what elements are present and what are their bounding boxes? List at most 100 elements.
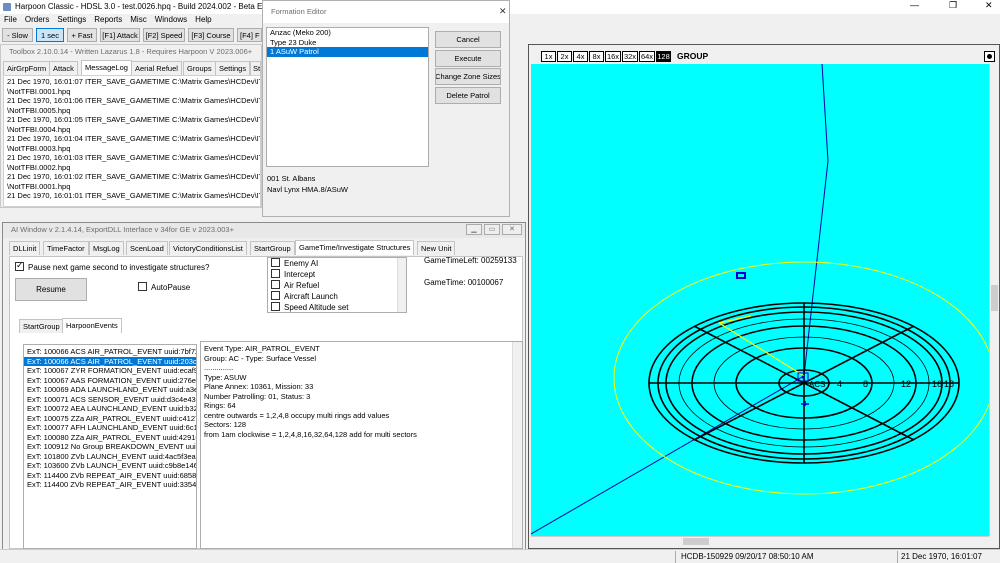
tab-groups[interactable]: Groups	[183, 61, 216, 75]
one-second-button[interactable]: 1 sec	[36, 28, 64, 42]
log-line: \NotTFBI.0005.hpq	[7, 105, 71, 115]
checklist-scrollbar[interactable]	[397, 258, 406, 312]
check-label: Speed Altitude set	[284, 303, 349, 312]
minimize-icon[interactable]: ▁	[466, 224, 482, 235]
event-item[interactable]: ExT: 100077 AFH LAUNCHLAND_EVENT uuid:6c…	[24, 423, 196, 433]
close-icon[interactable]: ✕	[502, 224, 522, 235]
menu-reports[interactable]: Reports	[90, 14, 126, 27]
structure-checklist[interactable]: Enemy AI Intercept Air Refuel Aircraft L…	[267, 257, 407, 313]
zoom-128-button[interactable]: 128	[656, 51, 671, 62]
details-scrollbar[interactable]	[512, 342, 522, 548]
checkbox-empty-icon[interactable]	[271, 302, 280, 312]
tab-timefactor[interactable]: TimeFactor	[43, 241, 89, 255]
event-item[interactable]: ExT: 101800 ZVb LAUNCH_EVENT uuid:4ac5f3…	[24, 452, 196, 462]
close-icon[interactable]: ✕	[499, 6, 507, 17]
tab-gametime-investigate[interactable]: GameTime/Investigate Structures	[295, 240, 415, 255]
formation-item[interactable]: Anzac (Meko 200)	[267, 28, 428, 38]
scroll-thumb[interactable]	[683, 538, 709, 545]
zoom-2x-button[interactable]: 2x	[557, 51, 572, 62]
tab-victoryconditionslist[interactable]: VictoryConditionsList	[169, 241, 247, 255]
tab-attack[interactable]: Attack	[49, 61, 78, 75]
checkbox-empty-icon[interactable]	[271, 269, 280, 279]
menu-misc[interactable]: Misc	[126, 14, 150, 27]
map-horizontal-scrollbar[interactable]	[531, 536, 989, 546]
course-button[interactable]: [F3] Course	[188, 28, 234, 42]
zoom-64x-button[interactable]: 64x	[639, 51, 655, 62]
check-air-refuel[interactable]: Air Refuel	[271, 280, 406, 291]
formation-list[interactable]: Anzac (Meko 200) Type 23 Duke 1 ASuW Pat…	[266, 27, 429, 167]
tab-sta[interactable]: Sta	[250, 61, 261, 75]
event-item[interactable]: ExT: 114400 ZVb REPEAT_AIR_EVENT uuid:68…	[24, 471, 196, 481]
event-item[interactable]: ExT: 103600 ZVb LAUNCH_EVENT uuid:c9b8e1…	[24, 461, 196, 471]
tab-scenload[interactable]: ScenLoad	[126, 241, 168, 255]
event-item[interactable]: ExT: 100071 ACS SENSOR_EVENT uuid:d3c4e4…	[24, 395, 196, 405]
tab-dllinit[interactable]: DLLinit	[9, 241, 41, 255]
execute-button[interactable]: Execute	[435, 50, 501, 67]
menu-help[interactable]: Help	[191, 14, 215, 27]
menu-settings[interactable]: Settings	[53, 14, 90, 27]
event-item[interactable]: ExT: 100075 ZZa AIR_PATROL_EVENT uuid:c4…	[24, 414, 196, 424]
check-intercept[interactable]: Intercept	[271, 269, 406, 280]
check-enemy-ai[interactable]: Enemy AI	[271, 258, 406, 269]
tab-messagelog[interactable]: MessageLog	[81, 60, 132, 75]
zoom-4x-button[interactable]: 4x	[573, 51, 588, 62]
speed-button[interactable]: [F2] Speed	[143, 28, 185, 42]
tab-startgroup[interactable]: StartGroup	[250, 241, 295, 255]
f4-button[interactable]: [F4] F	[237, 28, 262, 42]
aircraft-marker-icon[interactable]	[736, 272, 746, 279]
menu-windows[interactable]: Windows	[151, 14, 191, 27]
zoom-8x-button[interactable]: 8x	[589, 51, 604, 62]
pause-checkbox[interactable]: Pause next game second to investigate st…	[15, 260, 209, 272]
tab-settings[interactable]: Settings	[215, 61, 251, 75]
map-window: 1x 2x 4x 8x 16x 32x 64x 128 GROUP ACS 4 …	[528, 44, 1000, 549]
event-item[interactable]: ExT: 114400 ZVb REPEAT_AIR_EVENT uuid:33…	[24, 480, 196, 490]
checkbox-empty-icon[interactable]	[271, 291, 280, 301]
delete-patrol-button[interactable]: Delete Patrol	[435, 87, 501, 104]
event-item[interactable]: ExT: 100067 AAS FORMATION_EVENT uuid:276…	[24, 376, 196, 386]
slow-button[interactable]: - Slow	[2, 28, 33, 42]
checkbox-checked-icon[interactable]	[15, 260, 24, 272]
event-item-selected[interactable]: ExT: 100066 ACS AIR_PATROL_EVENT uuid:20…	[24, 356, 196, 366]
cancel-button[interactable]: Cancel	[435, 31, 501, 48]
event-item[interactable]: ExT: 100072 AEA LAUNCHLAND_EVENT uuid:b3…	[24, 404, 196, 414]
zoom-16x-button[interactable]: 16x	[605, 51, 621, 62]
minimize-icon[interactable]: —	[910, 0, 919, 10]
autopause-checkbox[interactable]: AutoPause	[138, 282, 190, 292]
detail-line: Plane Annex: 10361, Mission: 33	[204, 382, 314, 391]
group-label: GROUP	[677, 51, 709, 61]
scroll-thumb[interactable]	[991, 285, 998, 311]
tab-new-unit[interactable]: New Unit	[417, 241, 456, 255]
checkbox-empty-icon[interactable]	[138, 282, 147, 292]
resume-button[interactable]: Resume	[15, 278, 87, 301]
check-aircraft-launch[interactable]: Aircraft Launch	[271, 291, 406, 302]
attack-button[interactable]: [F1] Attack	[100, 28, 140, 42]
checkbox-empty-icon[interactable]	[271, 280, 280, 290]
check-speed-altitude[interactable]: Speed Altitude set	[271, 302, 406, 312]
close-icon[interactable]: ✕	[985, 0, 993, 11]
event-item[interactable]: ExT: 100066 ACS AIR_PATROL_EVENT uuid:7b…	[24, 347, 196, 357]
tab-msglog[interactable]: MsgLog	[89, 241, 124, 255]
tactical-map[interactable]: ACS 4 8 12 16 18	[531, 64, 989, 536]
checkbox-empty-icon[interactable]	[271, 258, 280, 268]
tab-aerial-refuel[interactable]: Aerial Refuel	[131, 61, 182, 75]
map-vertical-scrollbar[interactable]	[989, 64, 999, 536]
menu-orders[interactable]: Orders	[21, 14, 53, 27]
maximize-icon[interactable]: ▭	[484, 224, 500, 235]
event-item[interactable]: ExT: 100912 No Group BREAKDOWN_EVENT uui…	[24, 442, 196, 452]
tab-harpoonevents[interactable]: HarpoonEvents	[62, 318, 122, 333]
maximize-icon[interactable]: ❐	[949, 0, 957, 11]
change-zone-sizes-button[interactable]: Change Zone Sizes	[435, 68, 501, 85]
events-list[interactable]: ExT: 100066 ACS AIR_PATROL_EVENT uuid:7b…	[23, 344, 197, 549]
event-item[interactable]: ExT: 100080 ZZa AIR_PATROL_EVENT uuid:42…	[24, 433, 196, 443]
event-item[interactable]: ExT: 100067 ZYR FORMATION_EVENT uuid:eca…	[24, 366, 196, 376]
zoom-1x-button[interactable]: 1x	[541, 51, 556, 62]
menu-file[interactable]: File	[0, 14, 21, 27]
record-icon[interactable]	[984, 51, 995, 62]
tab-startgroup-sub[interactable]: StartGroup	[19, 319, 64, 333]
formation-item[interactable]: Type 23 Duke	[267, 38, 428, 48]
event-item[interactable]: ExT: 100069 ADA LAUNCHLAND_EVENT uuid:a3…	[24, 385, 196, 395]
tab-airgrpform[interactable]: AirGrpForm	[3, 61, 51, 75]
formation-item-selected[interactable]: 1 ASuW Patrol	[267, 47, 428, 57]
fast-button[interactable]: + Fast	[67, 28, 97, 42]
zoom-32x-button[interactable]: 32x	[622, 51, 638, 62]
